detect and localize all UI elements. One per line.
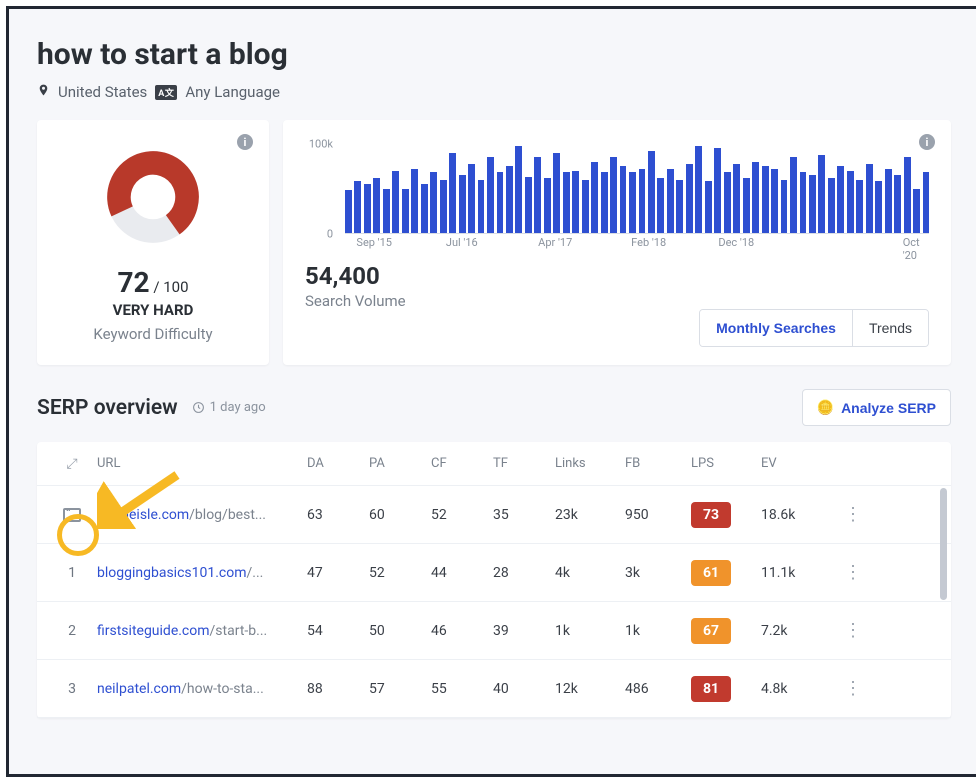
url-cell[interactable]: themeisle.com/blog/best...: [97, 507, 307, 523]
col-cf[interactable]: CF: [431, 456, 493, 471]
links-cell: 23k: [555, 507, 625, 523]
url-cell[interactable]: bloggingbasics101.com/...: [97, 565, 307, 581]
keyword-difficulty-card: i 72 / 100 VERY HARD Keyword Difficulty: [37, 120, 269, 365]
col-fb[interactable]: FB: [625, 456, 691, 471]
col-links[interactable]: Links: [555, 456, 625, 471]
pa-cell: 50: [369, 623, 431, 639]
keyword-title: how to start a blog: [37, 37, 951, 72]
pa-cell: 60: [369, 507, 431, 523]
fb-cell: 1k: [625, 623, 691, 639]
row-menu-icon[interactable]: ⋮: [835, 678, 871, 699]
serp-overview-title: SERP overview: [37, 396, 178, 420]
rank-cell: 2: [47, 623, 97, 639]
language-label: Any Language: [185, 83, 280, 101]
info-icon[interactable]: i: [237, 134, 253, 150]
difficulty-label: Keyword Difficulty: [59, 325, 247, 343]
cf-cell: 55: [431, 681, 493, 697]
cf-cell: 52: [431, 507, 493, 523]
difficulty-donut-chart: [98, 142, 208, 252]
table-row[interactable]: 2firstsiteguide.com/start-b...545046391k…: [37, 602, 951, 660]
col-da[interactable]: DA: [307, 456, 369, 471]
row-menu-icon[interactable]: ⋮: [835, 620, 871, 641]
trends-tab[interactable]: Trends: [852, 310, 928, 346]
monthly-searches-tab[interactable]: Monthly Searches: [700, 310, 852, 346]
url-cell[interactable]: neilpatel.com/how-to-sta...: [97, 681, 307, 697]
fb-cell: 486: [625, 681, 691, 697]
difficulty-score: 72 / 100: [59, 266, 247, 299]
da-cell: 88: [307, 681, 369, 697]
col-tf[interactable]: TF: [493, 456, 555, 471]
tf-cell: 39: [493, 623, 555, 639]
search-volume-label: Search Volume: [305, 292, 929, 310]
links-cell: 4k: [555, 565, 625, 581]
lps-badge: 81: [691, 676, 731, 702]
da-cell: 54: [307, 623, 369, 639]
difficulty-rating: VERY HARD: [59, 301, 247, 319]
row-menu-icon[interactable]: ⋮: [835, 504, 871, 525]
tf-cell: 28: [493, 565, 555, 581]
links-cell: 1k: [555, 623, 625, 639]
scrollbar[interactable]: [940, 488, 947, 600]
search-volume-value: 54,400: [305, 262, 929, 290]
clock-icon: [192, 401, 205, 414]
rank-cell: 1: [47, 565, 97, 581]
cf-cell: 46: [431, 623, 493, 639]
tf-cell: 35: [493, 507, 555, 523]
rank-cell: 3: [47, 681, 97, 697]
lps-badge: 61: [691, 560, 731, 586]
featured-snippet-icon: [63, 508, 81, 522]
table-header: ⤢ URL DA PA CF TF Links FB LPS EV: [37, 442, 951, 486]
cf-cell: 44: [431, 565, 493, 581]
pa-cell: 57: [369, 681, 431, 697]
lps-badge: 73: [691, 502, 731, 528]
ev-cell: 4.8k: [761, 681, 835, 697]
da-cell: 47: [307, 565, 369, 581]
ev-cell: 18.6k: [761, 507, 835, 523]
fb-cell: 950: [625, 507, 691, 523]
volume-toggle: Monthly Searches Trends: [699, 309, 929, 347]
expand-icon[interactable]: ⤢: [66, 456, 77, 472]
links-cell: 12k: [555, 681, 625, 697]
location-pin-icon: [37, 82, 50, 102]
coin-icon: 🪙: [817, 399, 834, 416]
col-ev[interactable]: EV: [761, 456, 835, 471]
search-volume-card: i 100k 0 Sep '15Jul '16Apr '17Feb '18Dec…: [283, 120, 951, 365]
da-cell: 63: [307, 507, 369, 523]
serp-table: ⤢ URL DA PA CF TF Links FB LPS EV themei…: [37, 442, 951, 718]
analyze-serp-button[interactable]: 🪙 Analyze SERP: [802, 389, 951, 426]
url-cell[interactable]: firstsiteguide.com/start-b...: [97, 623, 307, 639]
ev-cell: 11.1k: [761, 565, 835, 581]
ev-cell: 7.2k: [761, 623, 835, 639]
row-menu-icon[interactable]: ⋮: [835, 562, 871, 583]
volume-chart: 100k 0 Sep '15Jul '16Apr '17Feb '18Dec '…: [335, 144, 929, 254]
col-url[interactable]: URL: [97, 456, 307, 471]
table-row[interactable]: 1bloggingbasics101.com/...475244284k3k61…: [37, 544, 951, 602]
location-label: United States: [58, 83, 147, 101]
language-icon: A文: [155, 85, 177, 100]
serp-timestamp: 1 day ago: [192, 400, 266, 415]
col-pa[interactable]: PA: [369, 456, 431, 471]
col-lps[interactable]: LPS: [691, 456, 761, 471]
table-row[interactable]: themeisle.com/blog/best...6360523523k950…: [37, 486, 951, 544]
lps-badge: 67: [691, 618, 731, 644]
table-row[interactable]: 3neilpatel.com/how-to-sta...8857554012k4…: [37, 660, 951, 718]
pa-cell: 52: [369, 565, 431, 581]
tf-cell: 40: [493, 681, 555, 697]
fb-cell: 3k: [625, 565, 691, 581]
